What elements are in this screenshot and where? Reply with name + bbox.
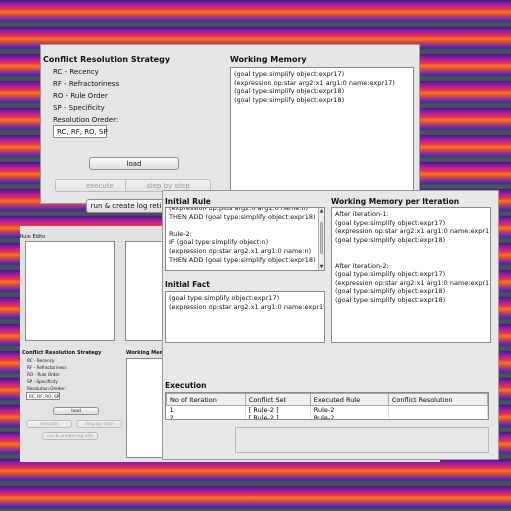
execution-lower-panel xyxy=(235,427,489,453)
initial-rule-line: THEN ADD (goal type:simplify object:expr… xyxy=(169,255,316,264)
crs-title: Conflict Resolution Strategy xyxy=(43,55,171,64)
initial-rule-title: Initial Rule xyxy=(165,197,211,206)
working-memory-line: (goal type:simplify object:expr17) xyxy=(234,70,345,78)
wm-iteration-line: (goal type:simplify object:expr18) xyxy=(335,287,446,296)
wm-iteration-line: (goal type:simplify object:expr17) xyxy=(335,218,446,227)
strategy-sp: SP - Specificity xyxy=(53,104,105,112)
scroll-up-icon[interactable]: ▲ xyxy=(319,208,324,214)
table-cell: [ Rule-2 ] xyxy=(245,414,311,419)
initial-rule-line: (expression op:star arg2:x1 arg1:0 name:… xyxy=(169,246,312,255)
initial-rule-line: (expression op:plus arg2:0 arg1:0 name:n… xyxy=(169,207,309,212)
table-cell: [ Rule-2 ] xyxy=(245,405,311,414)
working-memory-line: (goal type:simplify object:expr18) xyxy=(234,95,345,104)
initial-fact-line: (goal type:simplify object:expr17) xyxy=(169,294,280,302)
table-cell xyxy=(388,405,488,414)
initial-fact-line: (expression op:star arg2:x1 arg1:0 name:… xyxy=(169,302,325,311)
initial-fact-title: Initial Fact xyxy=(165,280,210,289)
table-cell: Rule-2 xyxy=(310,405,389,414)
execution-column-header[interactable]: No of Iteration xyxy=(166,393,246,406)
strategy-rf: RF - Refractoriness xyxy=(53,80,120,88)
initial-rule-line xyxy=(169,221,321,230)
initial-rule-scrollbar[interactable]: ▲ ▼ xyxy=(318,208,324,270)
wm-iteration-panel[interactable]: After iteration-1: (goal type:simplify ob… xyxy=(331,207,491,343)
strategy-rc: RC - Recency xyxy=(53,68,99,76)
mini-strategy-rf: RF - Refractoriness xyxy=(27,365,67,370)
mini-execute-button[interactable]: execute xyxy=(26,420,72,428)
resolution-order-label: Resolution Oreder: xyxy=(53,116,119,124)
initial-rule-line: THEN ADD (goal type:simplify object:expr… xyxy=(169,212,316,221)
wm-iteration-line: (goal type:simplify object:expr18) xyxy=(335,295,446,304)
wm-iteration-line xyxy=(335,253,487,262)
mini-run-log-button[interactable]: run & create log retv xyxy=(42,432,98,440)
wm-iteration-line: (expression op:star arg2:x1 arg1:0 name:… xyxy=(335,278,491,287)
wm-iteration-line: (goal type:simplify object:expr17) xyxy=(335,270,446,279)
resolution-order-field[interactable]: RC, RF, RO, SP xyxy=(53,125,108,138)
execution-column-header[interactable]: Conflict Resolution xyxy=(387,393,488,406)
scroll-down-icon[interactable]: ▼ xyxy=(319,264,324,270)
working-memory-line: (goal type:simplify object:expr18) xyxy=(234,87,345,96)
working-memory-panel[interactable]: (goal type:simplify object:expr17) (expre… xyxy=(230,67,414,199)
working-memory-title: Working Memory xyxy=(230,55,307,64)
mini-step-button[interactable]: step by step xyxy=(76,420,122,428)
results-window: Initial Rule (expression op:plus arg2:0 … xyxy=(162,190,499,460)
wm-iteration-line xyxy=(335,244,487,253)
working-memory-line: (expression op:star arg2:x1 arg1:0 name:… xyxy=(234,78,395,87)
table-row[interactable]: 1[ Rule-2 ] Rule-2 xyxy=(166,405,488,414)
execution-column-header[interactable]: Executed Rule xyxy=(309,393,389,406)
table-cell: 1 xyxy=(166,405,246,414)
mini-resolution-order-field[interactable]: RC, RF, RO, SP xyxy=(26,392,60,400)
initial-rule-panel[interactable]: (expression op:plus arg2:0 arg1:0 name:n… xyxy=(165,207,325,271)
wm-iteration-title: Working Memory per Iteration xyxy=(331,197,460,206)
initial-rule-line: Rule-2: xyxy=(169,229,192,238)
mini-strategy-sp: SP - Specificity xyxy=(27,379,58,384)
table-row[interactable]: 2[ Rule-2 ] Rule-2 xyxy=(166,414,488,419)
execution-table-panel[interactable]: No of Iteration Conflict Set Executed Rule… xyxy=(165,392,489,420)
strategy-ro: RO - Rule Order xyxy=(53,92,108,100)
wm-iteration-line: After iteration-1: xyxy=(335,210,389,218)
mini-resolution-order-label: Resolution Oreder: xyxy=(27,386,67,391)
wm-iteration-line: (expression op:star arg2:x1 arg1:0 name:… xyxy=(335,227,491,236)
rule-editor-area-2[interactable] xyxy=(125,241,165,341)
table-cell xyxy=(388,414,488,419)
initial-fact-panel[interactable]: (goal type:simplify object:expr17) (expre… xyxy=(165,291,325,343)
mini-load-button[interactable]: load xyxy=(53,407,99,415)
load-button[interactable]: load xyxy=(89,157,179,170)
main-window: Conflict Resolution Strategy RC - Recenc… xyxy=(40,44,420,204)
run-create-log-button[interactable]: run & create log reti xyxy=(86,199,166,213)
table-cell: 2 xyxy=(166,414,246,419)
mini-strategy-ro: RO - Rule Order xyxy=(27,372,60,377)
rule-editor-area[interactable] xyxy=(25,241,115,341)
mini-crs-title: Conflict Resolution Strategy xyxy=(22,350,102,356)
rule-editor-label: Rule Edito xyxy=(20,234,46,240)
initial-rule-line: IF (goal type:simplify object:n) xyxy=(169,238,269,247)
wm-iteration-line: (goal type:simplify object:expr18) xyxy=(335,235,446,244)
wm-iteration-line: After iteration-2: xyxy=(335,261,389,270)
execution-title: Execution xyxy=(165,381,207,390)
execution-table: No of Iteration Conflict Set Executed Rule… xyxy=(166,393,488,419)
table-cell: Rule-2 xyxy=(310,414,389,419)
execution-column-header[interactable]: Conflict Set xyxy=(244,393,311,406)
mini-strategy-rc: RC - Recency xyxy=(27,358,55,363)
